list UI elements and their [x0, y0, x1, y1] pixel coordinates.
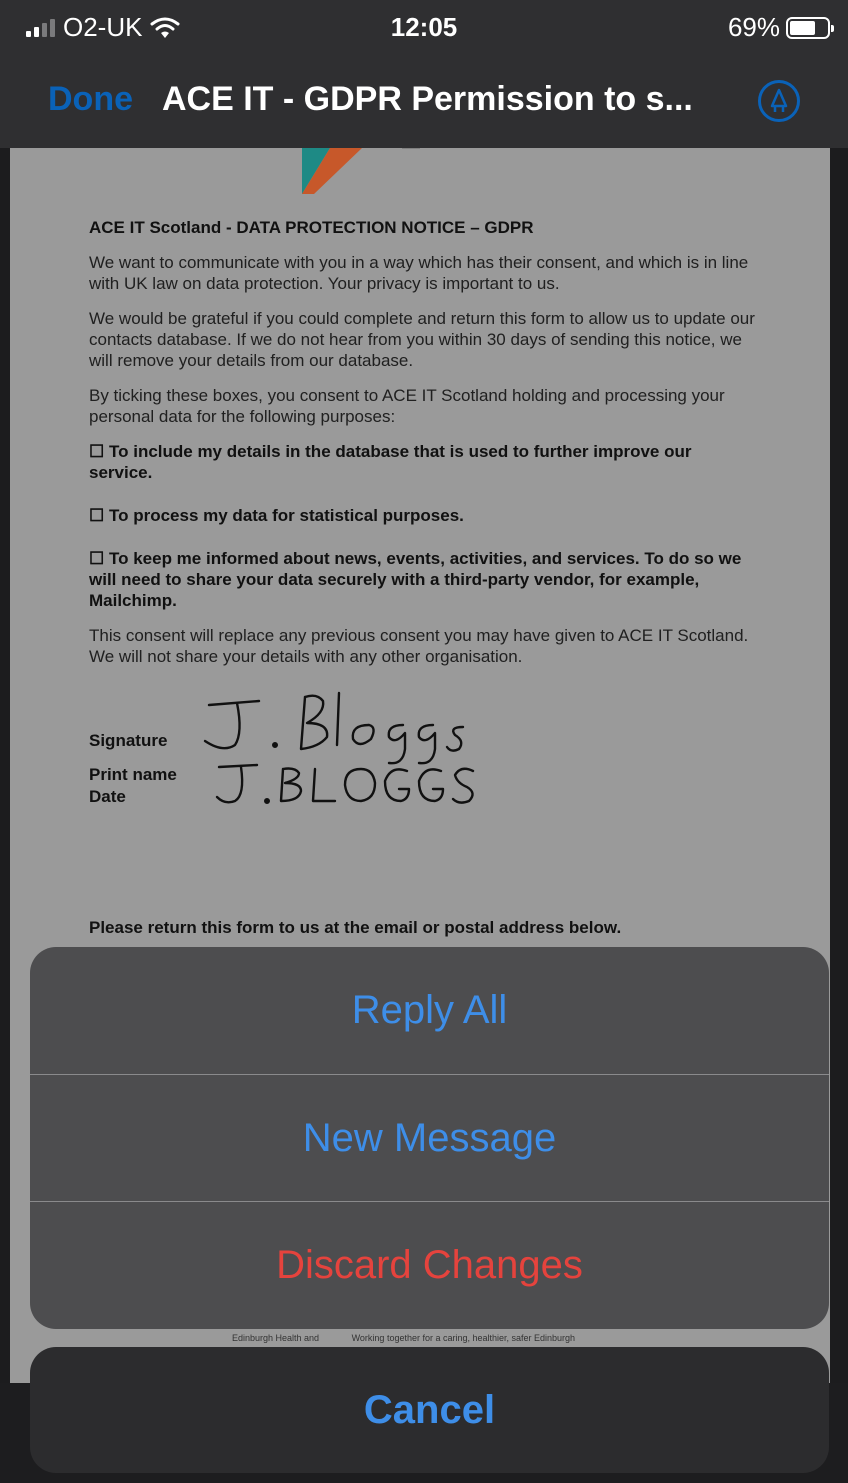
done-button[interactable]: Done [48, 80, 133, 119]
handwritten-signature [203, 691, 475, 804]
consent-checkbox-item[interactable]: ☐ To include my details in the database … [89, 441, 759, 483]
action-sheet: Reply All New Message Discard Changes [30, 947, 829, 1329]
consent-checkbox-item[interactable]: ☐ To keep me informed about news, events… [89, 548, 759, 611]
document-body: ACE IT Scotland - DATA PROTECTION NOTICE… [89, 218, 759, 811]
checkbox-label: To include my details in the database th… [89, 442, 692, 482]
return-note: Please return this form to us at the ema… [89, 918, 622, 937]
battery-icon [786, 16, 834, 39]
checkbox-icon[interactable]: ☐ [89, 549, 104, 568]
markup-pen-icon[interactable] [758, 80, 800, 122]
ace-it-logo [302, 148, 420, 194]
paragraph: We want to communicate with you in a way… [89, 253, 749, 293]
signature-block: Signature Print name Date [89, 683, 759, 811]
clock: 12:05 [390, 12, 458, 42]
battery-percent: 69% [727, 12, 780, 42]
status-right: 69% [727, 12, 834, 43]
discard-changes-button[interactable]: Discard Changes [30, 1202, 829, 1329]
footer-left-text: Edinburgh Health and [232, 1333, 320, 1343]
print-name-label: Print name [89, 765, 177, 784]
document-title: ACE IT - GDPR Permission to s... [162, 80, 693, 118]
new-message-button[interactable]: New Message [30, 1075, 829, 1202]
battery-nub [831, 24, 834, 32]
date-label: Date [89, 787, 126, 806]
consent-checkbox-item[interactable]: ☐ To process my data for statistical pur… [89, 505, 759, 526]
paragraph: We would be grateful if you could comple… [89, 309, 755, 370]
battery-level-fill [790, 20, 815, 35]
status-bar: O2-UK 12:05 69% [0, 0, 848, 52]
document-heading: ACE IT Scotland - DATA PROTECTION NOTICE… [89, 218, 534, 237]
nav-bar: Done ACE IT - GDPR Permission to s... [0, 52, 848, 148]
signature-label: Signature [89, 731, 168, 750]
reply-all-button[interactable]: Reply All [30, 947, 829, 1074]
footer-right-text: Working together for a caring, healthier… [351, 1333, 576, 1343]
cancel-button[interactable]: Cancel [30, 1347, 829, 1473]
paragraph: This consent will replace any previous c… [89, 626, 749, 666]
checkbox-label: To keep me informed about news, events, … [89, 549, 742, 610]
checkbox-label: To process my data for statistical purpo… [108, 506, 464, 525]
partner-footer: Edinburgh Health and Working together fo… [232, 1333, 575, 1343]
checkbox-icon[interactable]: ☐ [89, 442, 104, 461]
paragraph: By ticking these boxes, you consent to A… [89, 386, 725, 426]
checkbox-icon[interactable]: ☐ [89, 506, 104, 525]
